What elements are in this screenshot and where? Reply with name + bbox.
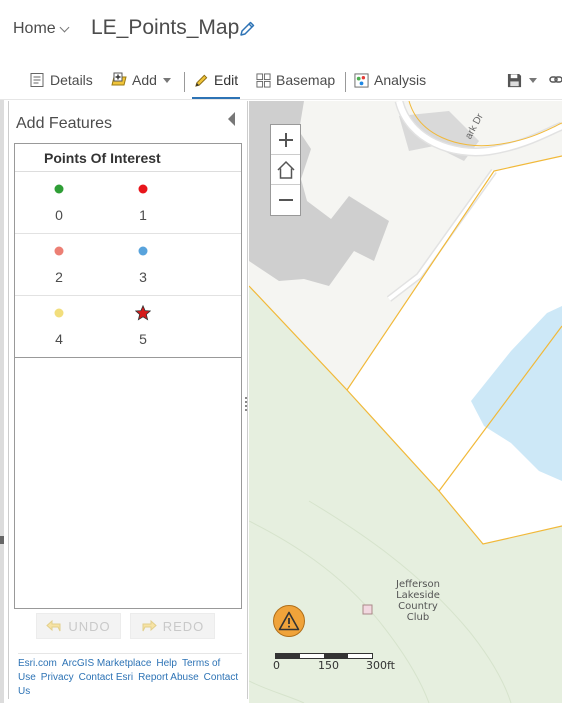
collapse-panel-icon[interactable] bbox=[228, 112, 235, 126]
template-label: 5 bbox=[139, 331, 147, 347]
template-item[interactable]: 0 bbox=[17, 172, 101, 234]
point-symbol-icon bbox=[138, 184, 148, 194]
pencil-icon[interactable] bbox=[238, 20, 256, 38]
share-link-button[interactable] bbox=[549, 67, 562, 93]
template-label: 4 bbox=[55, 331, 63, 347]
zoom-out-button[interactable] bbox=[271, 185, 300, 215]
caret-down-icon bbox=[162, 77, 171, 83]
pencil-icon bbox=[195, 74, 208, 87]
home-label: Home bbox=[13, 20, 56, 37]
toolbar-divider bbox=[184, 72, 185, 92]
template-item[interactable]: 5 bbox=[101, 296, 185, 358]
plus-icon bbox=[278, 132, 293, 147]
caret-down-icon bbox=[529, 77, 537, 83]
template-row: 4 5 bbox=[15, 296, 241, 358]
toolbar-divider bbox=[345, 72, 346, 92]
footer-links: Esri.com ArcGIS Marketplace Help Terms of U… bbox=[18, 653, 242, 699]
template-item[interactable]: 4 bbox=[17, 296, 101, 358]
minus-icon bbox=[278, 199, 293, 201]
place-label: Jefferson Lakeside Country Club bbox=[396, 579, 440, 623]
template-item[interactable]: 2 bbox=[17, 234, 101, 296]
template-label: 3 bbox=[139, 269, 147, 285]
warning-button[interactable] bbox=[273, 605, 305, 637]
layer-name: Points Of Interest bbox=[15, 144, 241, 172]
zoom-control bbox=[270, 124, 301, 216]
footer-link[interactable]: Help bbox=[156, 658, 177, 669]
point-symbol-icon bbox=[54, 184, 64, 194]
template-grid: 0 1 2 3 4 5 bbox=[15, 172, 241, 358]
analysis-label: Analysis bbox=[374, 72, 427, 88]
add-label: Add bbox=[132, 72, 157, 88]
add-features-panel: Add Features Points Of Interest 0 1 2 3 … bbox=[8, 101, 248, 699]
home-icon bbox=[276, 160, 295, 179]
chevron-down-icon bbox=[59, 22, 70, 33]
point-symbol-icon bbox=[54, 308, 64, 318]
template-row: 0 1 bbox=[15, 172, 241, 234]
save-button[interactable] bbox=[507, 67, 537, 93]
footer-link[interactable]: Report Abuse bbox=[138, 672, 199, 683]
footer-link[interactable]: Contact Esri bbox=[79, 672, 133, 683]
warning-icon bbox=[278, 611, 300, 631]
map-view[interactable]: ark Dr Jefferson Lakeside Country Club 0… bbox=[249, 101, 562, 703]
point-symbol-icon bbox=[138, 246, 148, 256]
basemap-grid-icon bbox=[256, 72, 271, 88]
edit-button[interactable]: Edit bbox=[191, 67, 241, 99]
panel-splitter[interactable] bbox=[244, 395, 248, 415]
add-layer-icon bbox=[111, 72, 127, 86]
add-button[interactable]: Add bbox=[111, 67, 171, 93]
details-button[interactable]: Details bbox=[29, 67, 93, 93]
feature-template-picker: Points Of Interest 0 1 2 3 4 5 bbox=[14, 143, 242, 609]
panel-title: Add Features bbox=[16, 115, 113, 132]
zoom-in-button[interactable] bbox=[271, 125, 300, 155]
save-icon bbox=[507, 73, 522, 87]
template-label: 0 bbox=[55, 207, 63, 223]
template-label: 2 bbox=[55, 269, 63, 285]
redo-label: REDO bbox=[162, 618, 205, 634]
edit-label: Edit bbox=[214, 72, 239, 88]
footer-link[interactable]: Esri.com bbox=[18, 658, 57, 669]
basemap-label: Basemap bbox=[276, 72, 336, 88]
details-icon bbox=[30, 73, 44, 87]
footer-link[interactable]: Privacy bbox=[41, 672, 74, 683]
template-row: 2 3 bbox=[15, 234, 241, 296]
template-label: 1 bbox=[139, 207, 147, 223]
header: Home LE_Points_Map bbox=[0, 0, 562, 60]
scale-label: 150 bbox=[318, 659, 339, 672]
edge-marker bbox=[0, 536, 4, 544]
undo-button[interactable]: UNDO bbox=[36, 613, 121, 639]
redo-button[interactable]: REDO bbox=[130, 613, 215, 639]
redo-arrow-icon bbox=[142, 619, 157, 632]
undo-label: UNDO bbox=[68, 618, 111, 634]
analysis-button[interactable]: Analysis bbox=[354, 67, 426, 93]
star-symbol-icon bbox=[135, 305, 151, 321]
toolbar: Details Add Edit Basemap Analysis bbox=[0, 60, 562, 100]
home-menu[interactable]: Home bbox=[13, 20, 70, 38]
scale-label: 0 bbox=[273, 659, 280, 672]
analysis-icon bbox=[354, 72, 369, 88]
undo-arrow-icon bbox=[46, 619, 61, 632]
template-item[interactable]: 1 bbox=[101, 172, 185, 234]
point-symbol-icon bbox=[54, 246, 64, 256]
link-icon bbox=[549, 76, 562, 83]
details-label: Details bbox=[50, 72, 93, 88]
home-extent-button[interactable] bbox=[271, 155, 300, 185]
map-title: LE_Points_Map bbox=[91, 16, 240, 39]
basemap-button[interactable]: Basemap bbox=[256, 67, 335, 93]
footer-link[interactable]: ArcGIS Marketplace bbox=[62, 658, 151, 669]
left-edge-strip bbox=[0, 100, 4, 703]
template-item[interactable]: 3 bbox=[101, 234, 185, 296]
scale-label: 300ft bbox=[366, 659, 395, 672]
